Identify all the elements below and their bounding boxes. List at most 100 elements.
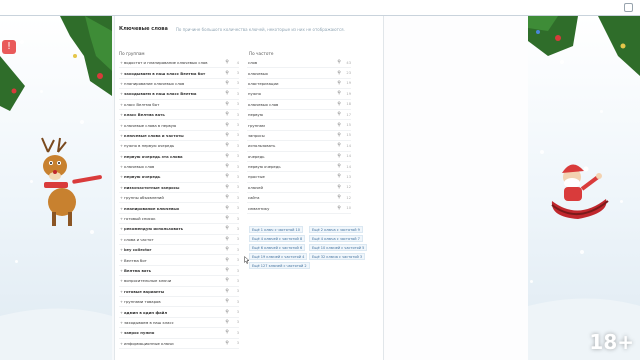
more-keywords-link[interactable]: Ещё 4 ключа с частотой 7 (309, 235, 363, 242)
attach-icon[interactable]: ⚲ (335, 195, 343, 200)
group-list-row[interactable]: + первую очередь эта слова ⚲ 3 (119, 152, 239, 162)
group-list-row[interactable]: + первую очередь ⚲ 3 (119, 172, 239, 183)
more-keywords-link[interactable]: Ещё 19 ключей с частотой 4 (249, 253, 308, 260)
frequency-list-row[interactable]: ключевых ⚲ 23 (247, 68, 351, 79)
attach-icon[interactable]: ⚲ (223, 341, 231, 346)
frequency-list-row[interactable]: ключей ⚲ 12 (247, 183, 351, 194)
attach-icon[interactable]: ⚲ (223, 299, 231, 304)
group-list-row[interactable]: + ключевые слова и частоты ⚲ 3 (119, 131, 239, 142)
attach-icon[interactable]: ⚲ (223, 237, 231, 242)
group-list-row[interactable]: + информационные ключи ⚲ 3 (119, 339, 239, 349)
keyword-label: нужно (248, 91, 261, 97)
attach-icon[interactable]: ⚲ (223, 112, 231, 117)
attach-icon[interactable]: ⚲ (223, 278, 231, 283)
attach-icon[interactable]: ⚲ (335, 81, 343, 86)
frequency-list-row[interactable]: простые ⚲ 13 (247, 172, 351, 183)
attach-icon[interactable]: ⚲ (223, 185, 231, 190)
attach-icon[interactable]: ⚲ (223, 320, 231, 325)
attach-icon[interactable]: ⚲ (223, 206, 231, 211)
attach-icon[interactable]: ⚲ (335, 71, 343, 76)
attach-icon[interactable]: ⚲ (335, 60, 343, 65)
attach-icon[interactable]: ⚲ (223, 143, 231, 148)
group-list-row[interactable]: + класс Велтма вать ⚲ 3 (119, 110, 239, 121)
group-list-row[interactable]: + админ в один файл ⚲ 3 (119, 307, 239, 318)
notice-badge[interactable]: ! (2, 40, 16, 54)
group-list-row[interactable]: + группы объявлений ⚲ 3 (119, 193, 239, 204)
attach-icon[interactable]: ⚲ (335, 174, 343, 179)
group-list-row[interactable]: + слова и частот ⚲ 3 (119, 235, 239, 246)
group-list-row[interactable]: + планирование ключевых ⚲ 3 (119, 203, 239, 214)
group-list-row[interactable]: + заходываем в наш класс ⚲ 3 (119, 318, 239, 329)
group-list-row[interactable]: + ключевые слова в первую ⚲ 3 (119, 120, 239, 131)
frequency-list-row[interactable]: ключевых слов ⚲ 18 (247, 100, 351, 110)
attach-icon[interactable]: ⚲ (223, 174, 231, 179)
attach-icon[interactable]: ⚲ (223, 164, 231, 169)
attach-icon[interactable]: ⚲ (335, 154, 343, 159)
group-list-row[interactable]: + рекомендую использовать ⚲ 3 (119, 224, 239, 235)
group-list-row[interactable]: + водостат и планирование ключевых слов ⚲ 4 (119, 58, 239, 69)
group-list-row[interactable]: + Велтма бот ⚲ 3 (119, 255, 239, 266)
keyword-label: простые (248, 174, 265, 180)
attach-icon[interactable]: ⚲ (223, 195, 231, 200)
more-keywords-link[interactable]: Ещё 10 ключей с частотой 5 (309, 244, 368, 251)
attach-icon[interactable]: ⚲ (223, 60, 231, 65)
frequency-list-row[interactable]: семантику ⚲ 10 (247, 203, 351, 214)
group-list-row[interactable]: + вопросительные ключи ⚲ 3 (119, 276, 239, 287)
group-list-row[interactable]: + заходываем в наш класс Велтма ⚲ 3 (119, 89, 239, 100)
attach-icon[interactable]: ⚲ (223, 123, 231, 128)
attach-icon[interactable]: ⚲ (335, 102, 343, 107)
attach-icon[interactable]: ⚲ (223, 133, 231, 138)
group-list-row[interactable]: + заходываем в наш класс Велтма бот ⚲ 3 (119, 68, 239, 79)
more-keywords-link[interactable]: Ещё 1 ключ с частотой 10 (249, 226, 303, 233)
attach-icon[interactable]: ⚲ (335, 123, 343, 128)
frequency-list-row[interactable]: очередь ⚲ 14 (247, 152, 351, 162)
group-list-row[interactable]: + готовый список ⚲ 3 (119, 214, 239, 225)
more-keywords-link[interactable]: Ещё 2 ключа с частотой 9 (309, 226, 363, 233)
frequency-list-row[interactable]: группам ⚲ 15 (247, 120, 351, 131)
more-keywords-link[interactable]: Ещё 4 ключей с частотой 8 (249, 235, 306, 242)
group-list-row[interactable]: + низкочастотные запросы ⚲ 3 (119, 183, 239, 194)
group-count: 3 (236, 195, 239, 200)
attach-icon[interactable]: ⚲ (335, 185, 343, 190)
attach-icon[interactable]: ⚲ (223, 216, 231, 221)
window-icon[interactable] (624, 3, 633, 12)
group-list-row[interactable]: + нужно в первую очередь ⚲ 3 (119, 141, 239, 152)
attach-icon[interactable]: ⚲ (335, 206, 343, 211)
group-list-row[interactable]: + группами товаров ⚲ 3 (119, 297, 239, 308)
group-list-row[interactable]: + key collector ⚲ 3 (119, 245, 239, 256)
attach-icon[interactable]: ⚲ (223, 226, 231, 231)
frequency-list-row[interactable]: слов ⚲ 43 (247, 58, 351, 69)
more-keywords-link[interactable]: Ещё 6 ключей с частотой 6 (249, 244, 306, 251)
attach-icon[interactable]: ⚲ (335, 133, 343, 138)
attach-icon[interactable]: ⚲ (335, 112, 343, 117)
group-list-row[interactable]: + Велтма вать ⚲ 3 (119, 266, 239, 277)
group-list-row[interactable]: + ключевых слов ⚲ 3 (119, 162, 239, 173)
frequency-list-row[interactable]: запросы ⚲ 15 (247, 131, 351, 142)
attach-icon[interactable]: ⚲ (223, 268, 231, 273)
attach-icon[interactable]: ⚲ (223, 91, 231, 96)
frequency-list-row[interactable]: первую очередь ⚲ 14 (247, 162, 351, 173)
attach-icon[interactable]: ⚲ (223, 154, 231, 159)
attach-icon[interactable]: ⚲ (223, 247, 231, 252)
frequency-list-row[interactable]: нужно ⚲ 19 (247, 89, 351, 100)
attach-icon[interactable]: ⚲ (223, 289, 231, 294)
attach-icon[interactable]: ⚲ (335, 164, 343, 169)
group-list-row[interactable]: + запрос нужно ⚲ 3 (119, 328, 239, 339)
more-keywords-link[interactable]: Ещё 127 ключей с частотой 2 (249, 262, 310, 269)
attach-icon[interactable]: ⚲ (223, 330, 231, 335)
group-list-row[interactable]: + класс Велтма бот ⚲ 3 (119, 100, 239, 110)
attach-icon[interactable]: ⚲ (223, 258, 231, 263)
attach-icon[interactable]: ⚲ (223, 102, 231, 107)
frequency-list-row[interactable]: кластеризации ⚲ 19 (247, 79, 351, 90)
group-list-row[interactable]: + готовые варианты ⚲ 3 (119, 287, 239, 297)
frequency-list-row[interactable]: сайта ⚲ 12 (247, 193, 351, 204)
more-keywords-link[interactable]: Ещё 32 ключа с частотой 3 (309, 253, 366, 260)
frequency-list-row[interactable]: использовать ⚲ 14 (247, 141, 351, 152)
attach-icon[interactable]: ⚲ (223, 81, 231, 86)
frequency-list-row[interactable]: первую ⚲ 17 (247, 110, 351, 121)
attach-icon[interactable]: ⚲ (335, 143, 343, 148)
attach-icon[interactable]: ⚲ (223, 71, 231, 76)
attach-icon[interactable]: ⚲ (335, 91, 343, 96)
attach-icon[interactable]: ⚲ (223, 310, 231, 315)
group-list-row[interactable]: + планирование ключевых слов ⚲ 3 (119, 79, 239, 90)
